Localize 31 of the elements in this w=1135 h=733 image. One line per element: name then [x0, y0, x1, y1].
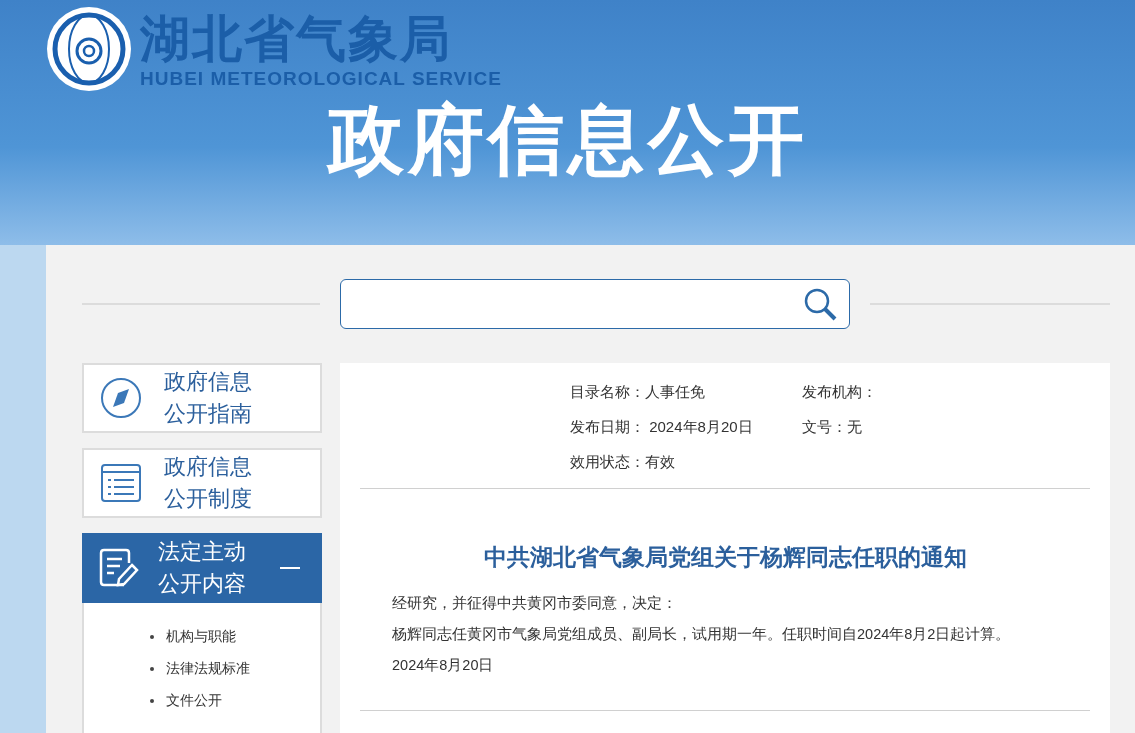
edit-document-icon — [98, 547, 140, 589]
sidebar-item-label: 法定主动 — [158, 538, 247, 566]
meta-field: 文号：无 — [802, 416, 1002, 437]
sidebar-item-label: 政府信息 — [164, 368, 253, 396]
sidebar-item[interactable]: 政府信息 公开制度 — [82, 448, 322, 518]
bullet-icon — [150, 634, 154, 639]
sidebar-item-label: 公开制度 — [164, 485, 253, 513]
compass-icon — [100, 377, 142, 419]
meta-field: 发布日期： 2024年8月20日 — [570, 416, 802, 437]
article-paragraph: 经研究，并征得中共黄冈市委同意，决定： — [392, 594, 678, 613]
bullet-icon — [150, 698, 154, 703]
article-title: 中共湖北省气象局党组关于杨辉同志任职的通知 — [483, 542, 967, 572]
list-icon — [100, 462, 142, 504]
sidebar-item-label: 公开内容 — [158, 570, 247, 598]
sidebar-item-label: 政府信息 — [164, 453, 253, 481]
search-icon[interactable] — [803, 287, 837, 321]
sidebar-item[interactable]: 法定主动 公开内容 — [82, 533, 322, 603]
bullet-icon — [150, 666, 154, 671]
submenu-link[interactable]: 机构与职能 — [166, 627, 236, 646]
meta-field: 效用状态：有效 — [570, 451, 802, 472]
sidebar-item[interactable]: 政府信息 公开指南 — [82, 363, 322, 433]
meta-field: 目录名称：人事任免 — [570, 381, 802, 402]
submenu-link[interactable]: 文件公开 — [166, 691, 222, 710]
search-field[interactable] — [340, 279, 850, 329]
article-paragraph: 杨辉同志任黄冈市气象局党组成员、副局长，试用期一年。任职时间自2024年8月2日起计算。 — [392, 625, 1012, 644]
sidebar-item-label: 公开指南 — [164, 400, 253, 428]
article-paragraph: 2024年8月20日 — [392, 656, 495, 675]
meta-field: 发布机构： — [802, 381, 1002, 402]
banner-title: 政府信息公开 — [327, 96, 808, 184]
submenu-link[interactable]: 法律法规标准 — [166, 659, 250, 678]
logo-icon — [46, 6, 132, 92]
